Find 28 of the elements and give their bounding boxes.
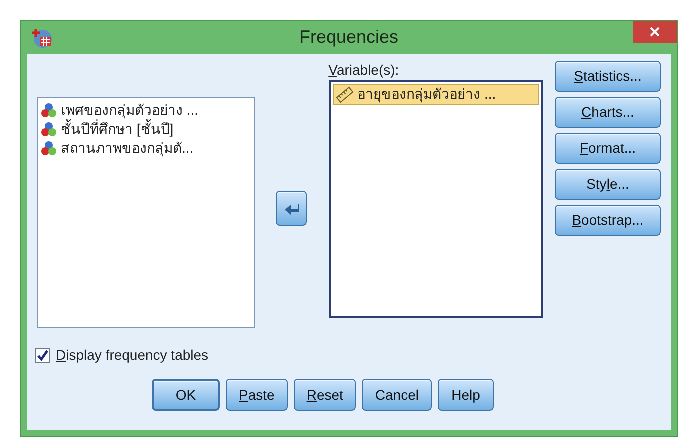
dialog-button[interactable]: Style...	[555, 169, 661, 200]
close-icon	[650, 27, 660, 37]
left-arrow-icon	[284, 202, 300, 216]
dialog-button[interactable]: Statistics...	[555, 61, 661, 92]
dialog-button[interactable]: Format...	[555, 133, 661, 164]
nominal-variable-icon	[41, 103, 57, 118]
variables-label: Variable(s):	[328, 61, 400, 80]
dialog-button[interactable]: OK	[152, 379, 220, 411]
dialog-button[interactable]: Help	[438, 379, 494, 411]
window-title: Frequencies	[299, 26, 399, 49]
check-icon	[36, 350, 48, 362]
dialog-button[interactable]: Cancel	[362, 379, 432, 411]
dialog-button[interactable]: Reset	[294, 379, 356, 411]
app-icon	[31, 27, 53, 49]
nominal-variable-icon	[41, 122, 57, 137]
nominal-variable-icon	[41, 141, 57, 156]
variable-item[interactable]: สถานภาพของกลุ่มตั...	[41, 139, 252, 158]
ruler-icon	[336, 86, 354, 102]
dialog-button[interactable]: Charts...	[555, 97, 661, 128]
move-arrow-button[interactable]	[276, 191, 308, 226]
checkbox[interactable]	[35, 348, 50, 363]
variable-item[interactable]: อายุของกลุ่มตัวอย่าง ...	[332, 84, 539, 105]
checkbox-label: Display frequency tables	[56, 346, 209, 365]
dialog-button[interactable]: Bootstrap...	[555, 205, 661, 236]
variable-item[interactable]: เพศของกลุ่มตัวอย่าง ...	[41, 101, 252, 120]
dialog-button[interactable]: Paste	[226, 379, 288, 411]
close-button[interactable]	[633, 21, 677, 43]
variable-item[interactable]: ชั้นปีที่ศึกษา [ชั้นปี]	[41, 120, 252, 139]
